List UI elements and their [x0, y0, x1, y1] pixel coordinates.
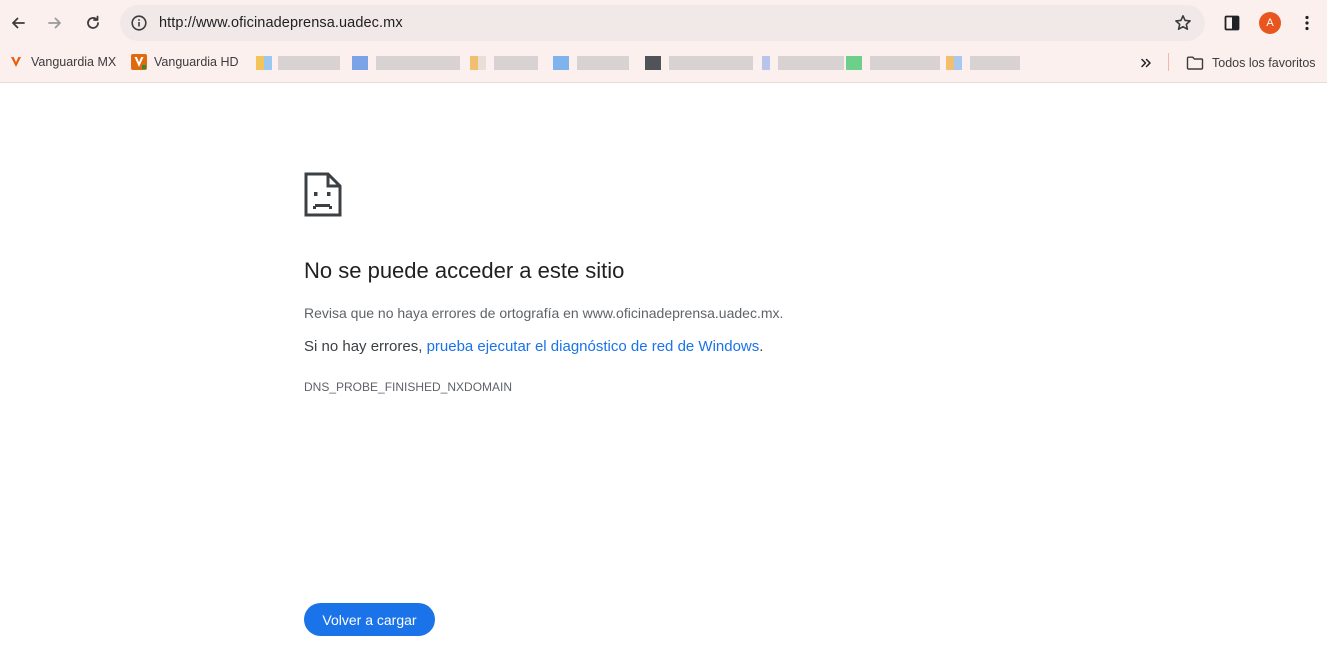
- error-code: DNS_PROBE_FINISHED_NXDOMAIN: [304, 380, 513, 394]
- browser-toolbar: http://www.oficinadeprensa.uadec.mx A: [0, 0, 1327, 46]
- avatar: A: [1259, 12, 1281, 34]
- error-title: No se puede acceder a este sitio: [304, 258, 625, 283]
- sad-document-icon: [304, 172, 342, 217]
- bookmark-blurred[interactable]: [470, 54, 538, 72]
- bookmark-blurred[interactable]: [762, 54, 844, 72]
- more-bookmarks-button[interactable]: [1135, 52, 1157, 74]
- folder-icon: [1186, 56, 1204, 70]
- profile-button[interactable]: A: [1255, 8, 1285, 38]
- bookmark-blurred[interactable]: [352, 54, 460, 72]
- vanguardia-v-icon: [8, 54, 24, 70]
- menu-button[interactable]: [1292, 8, 1322, 38]
- bookmark-vanguardia-hd[interactable]: Vanguardia HD: [131, 50, 239, 74]
- bookmark-blurred[interactable]: [846, 54, 940, 72]
- suggestion-prefix: Si no hay errores,: [304, 338, 427, 355]
- bookmark-blurred[interactable]: [946, 54, 1020, 72]
- vanguardia-hd-icon: [131, 54, 147, 70]
- suggestion-suffix: .: [759, 338, 764, 355]
- bookmark-vanguardia-mx[interactable]: Vanguardia MX: [8, 50, 116, 74]
- all-favorites-label: Todos los favoritos: [1212, 56, 1316, 70]
- refresh-icon: [87, 15, 99, 29]
- url-text[interactable]: http://www.oficinadeprensa.uadec.mx: [159, 5, 403, 41]
- site-info-icon[interactable]: [129, 13, 149, 33]
- network-diagnostics-link[interactable]: prueba ejecutar el diagnóstico de red de…: [427, 338, 760, 355]
- reload-page-button[interactable]: Volver a cargar: [304, 603, 435, 636]
- forward-button[interactable]: [40, 8, 70, 38]
- side-panel-icon: [1224, 15, 1240, 31]
- address-bar[interactable]: http://www.oficinadeprensa.uadec.mx: [120, 5, 1205, 41]
- bookmark-blurred[interactable]: [553, 54, 629, 72]
- arrow-right-icon: [48, 17, 61, 29]
- bookmark-blurred[interactable]: [645, 54, 753, 72]
- bookmark-star-icon[interactable]: [1173, 13, 1193, 33]
- reload-button[interactable]: [78, 8, 108, 38]
- chevron-double-right-icon: [1141, 58, 1151, 68]
- bookmark-label: Vanguardia MX: [31, 55, 117, 69]
- error-suggestion: Si no hay errores, prueba ejecutar el di…: [304, 338, 763, 355]
- bookmark-blurred[interactable]: [256, 54, 340, 72]
- bookmark-label: Vanguardia HD: [154, 55, 239, 69]
- error-description: Revisa que no haya errores de ortografía…: [304, 305, 784, 321]
- all-favorites-button[interactable]: Todos los favoritos: [1186, 52, 1316, 74]
- more-vertical-icon: [1305, 15, 1309, 31]
- side-panel-button[interactable]: [1217, 8, 1247, 38]
- bookmarks-divider: [1168, 53, 1169, 71]
- arrow-left-icon: [12, 17, 25, 29]
- back-button[interactable]: [3, 8, 33, 38]
